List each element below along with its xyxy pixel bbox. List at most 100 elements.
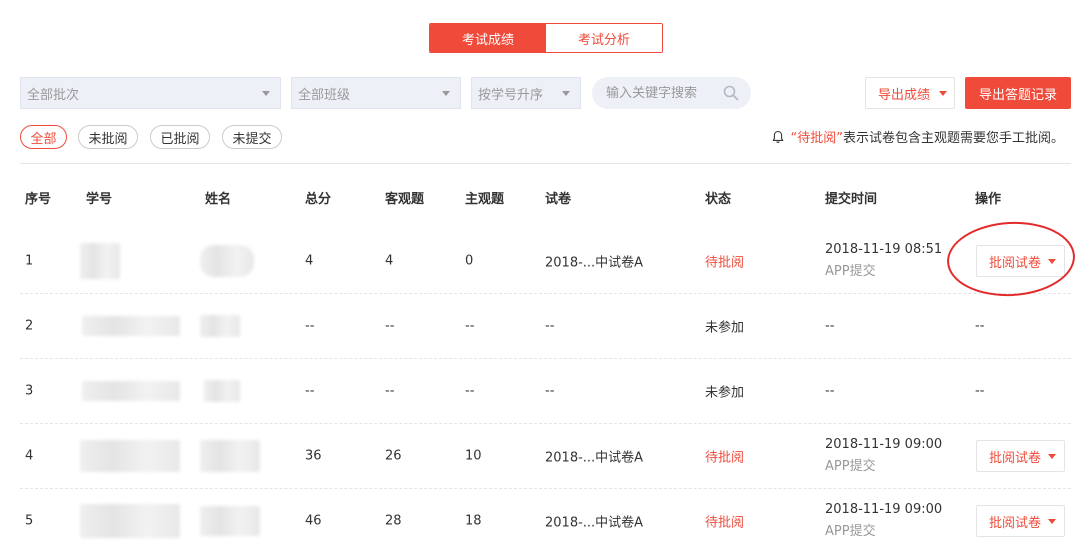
redacted-name: [200, 440, 260, 472]
header-subjective: 主观题: [465, 192, 505, 207]
batch-select-value: 全部批次: [27, 87, 80, 103]
sort-select-value: 按学号升序: [478, 87, 544, 103]
cell-submit-time: --: [825, 383, 835, 399]
review-paper-button[interactable]: 批阅试卷: [976, 440, 1065, 472]
submit-via: APP提交: [825, 459, 876, 474]
cell-total: --: [305, 383, 315, 399]
table-row: 1 4 4 0 2018-...中试卷A 待批阅 2018-11-19 08:5…: [20, 229, 1071, 294]
tab-exam-analysis[interactable]: 考试分析: [546, 24, 662, 52]
table-row: 2 -- -- -- -- 未参加 -- --: [20, 294, 1071, 359]
cell-total: 4: [305, 253, 314, 269]
cell-submit-time: --: [825, 318, 835, 334]
review-paper-button[interactable]: 批阅试卷: [976, 245, 1065, 277]
cell-submit-time: 2018-11-19 09:00 APP提交: [825, 434, 942, 478]
filter-reviewed[interactable]: 已批阅: [150, 125, 210, 149]
caret-down-icon: [262, 91, 270, 96]
cell-objective: --: [385, 383, 395, 399]
cell-objective: 26: [385, 448, 402, 464]
redacted-student-id: [82, 316, 180, 336]
submit-time: 2018-11-19 09:00: [825, 502, 943, 517]
cell-action: --: [975, 318, 985, 334]
redacted-name: [200, 506, 260, 536]
cell-status: 待批阅: [705, 255, 745, 271]
cell-submit-time: 2018-11-19 09:00 APP提交: [825, 499, 942, 543]
cell-index: 4: [25, 448, 34, 464]
cell-index: 5: [25, 513, 34, 529]
divider: [20, 163, 1071, 164]
review-notice: “待批阅” 表示试卷包含主观题需要您手工批阅。: [771, 127, 1064, 146]
redacted-student-id: [80, 243, 120, 279]
class-select-value: 全部班级: [298, 87, 351, 103]
header-status: 状态: [705, 192, 732, 207]
table-row: 5 46 28 18 2018-...中试卷A 待批阅 2018-11-19 0…: [20, 489, 1071, 550]
cell-total: 36: [305, 448, 322, 464]
search-icon[interactable]: [723, 85, 739, 101]
cell-paper: 2018-...中试卷A: [545, 515, 644, 531]
export-score-button[interactable]: 导出成绩: [865, 77, 955, 109]
cell-index: 3: [25, 383, 34, 399]
cell-objective: --: [385, 318, 395, 334]
sort-select[interactable]: 按学号升序: [471, 77, 581, 109]
class-select[interactable]: 全部班级: [291, 77, 461, 109]
cell-objective: 28: [385, 513, 402, 529]
caret-down-icon: [1048, 454, 1056, 459]
cell-paper: --: [545, 383, 555, 399]
header-index: 序号: [25, 192, 52, 207]
cell-subjective: --: [465, 318, 475, 334]
submit-via: APP提交: [825, 524, 876, 539]
redacted-name: [200, 315, 240, 337]
view-tabs: 考试成绩 考试分析: [429, 23, 663, 53]
batch-select[interactable]: 全部批次: [20, 77, 281, 109]
notice-highlight: “待批阅”: [790, 131, 843, 146]
table-row: 4 36 26 10 2018-...中试卷A 待批阅 2018-11-19 0…: [20, 424, 1071, 489]
notice-text: 表示试卷包含主观题需要您手工批阅。: [842, 131, 1064, 146]
redacted-student-id: [82, 381, 180, 401]
caret-down-icon: [562, 91, 570, 96]
header-name: 姓名: [205, 192, 232, 207]
redacted-student-id: [80, 440, 180, 472]
cell-status: 待批阅: [705, 450, 745, 466]
cell-submit-time: 2018-11-19 08:51 APP提交: [825, 239, 942, 283]
cell-total: 46: [305, 513, 322, 529]
cell-paper: 2018-...中试卷A: [545, 450, 644, 466]
cell-index: 1: [25, 253, 34, 269]
cell-subjective: --: [465, 383, 475, 399]
review-paper-button[interactable]: 批阅试卷: [976, 505, 1065, 537]
export-answers-button[interactable]: 导出答题记录: [965, 77, 1071, 109]
filter-unsubmitted[interactable]: 未提交: [222, 125, 282, 149]
tab-exam-scores[interactable]: 考试成绩: [430, 24, 546, 52]
cell-index: 2: [25, 318, 34, 334]
cell-objective: 4: [385, 253, 394, 269]
redacted-name: [204, 380, 240, 402]
search-input[interactable]: [606, 85, 726, 101]
cell-status: 待批阅: [705, 515, 745, 531]
header-action: 操作: [975, 192, 1002, 207]
cell-status: 未参加: [705, 320, 745, 336]
header-objective: 客观题: [385, 192, 425, 207]
caret-down-icon: [939, 91, 947, 96]
review-paper-label: 批阅试卷: [989, 515, 1042, 531]
cell-status: 未参加: [705, 385, 745, 401]
caret-down-icon: [442, 91, 450, 96]
filter-all[interactable]: 全部: [20, 125, 67, 149]
redacted-student-id: [80, 504, 180, 538]
review-paper-label: 批阅试卷: [989, 450, 1042, 466]
cell-subjective: 0: [465, 253, 474, 269]
caret-down-icon: [1048, 519, 1056, 524]
caret-down-icon: [1048, 259, 1056, 264]
header-student-id: 学号: [86, 192, 113, 207]
cell-subjective: 18: [465, 513, 482, 529]
search-box: [592, 77, 751, 109]
filter-unreviewed[interactable]: 未批阅: [78, 125, 138, 149]
submit-time: 2018-11-19 09:00: [825, 437, 943, 452]
bell-icon: [772, 130, 783, 143]
redacted-name: [200, 245, 254, 277]
header-paper: 试卷: [545, 192, 572, 207]
submit-via: APP提交: [825, 264, 876, 279]
table-row: 3 -- -- -- -- 未参加 -- --: [20, 359, 1071, 424]
cell-paper: --: [545, 318, 555, 334]
export-score-label: 导出成绩: [878, 87, 931, 103]
header-total: 总分: [305, 192, 332, 207]
cell-subjective: 10: [465, 448, 482, 464]
cell-action: --: [975, 383, 985, 399]
